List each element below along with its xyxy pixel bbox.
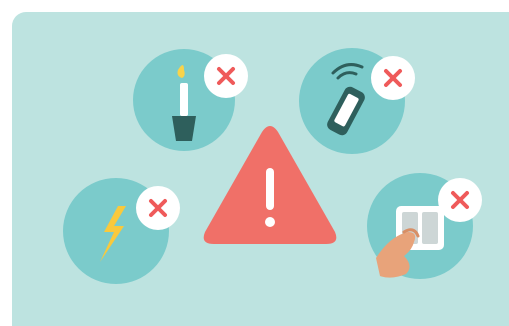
- item-candle: [133, 49, 248, 151]
- warning-triangle-icon: [203, 126, 337, 244]
- not-allowed-badge: [136, 186, 180, 230]
- item-mobile-phone: [299, 48, 415, 154]
- item-light-switch: [367, 173, 482, 279]
- safety-illustration: [63, 48, 482, 284]
- item-lightning: [63, 178, 180, 284]
- not-allowed-badge: [371, 56, 415, 100]
- not-allowed-badge: [204, 54, 248, 98]
- not-allowed-badge: [438, 178, 482, 222]
